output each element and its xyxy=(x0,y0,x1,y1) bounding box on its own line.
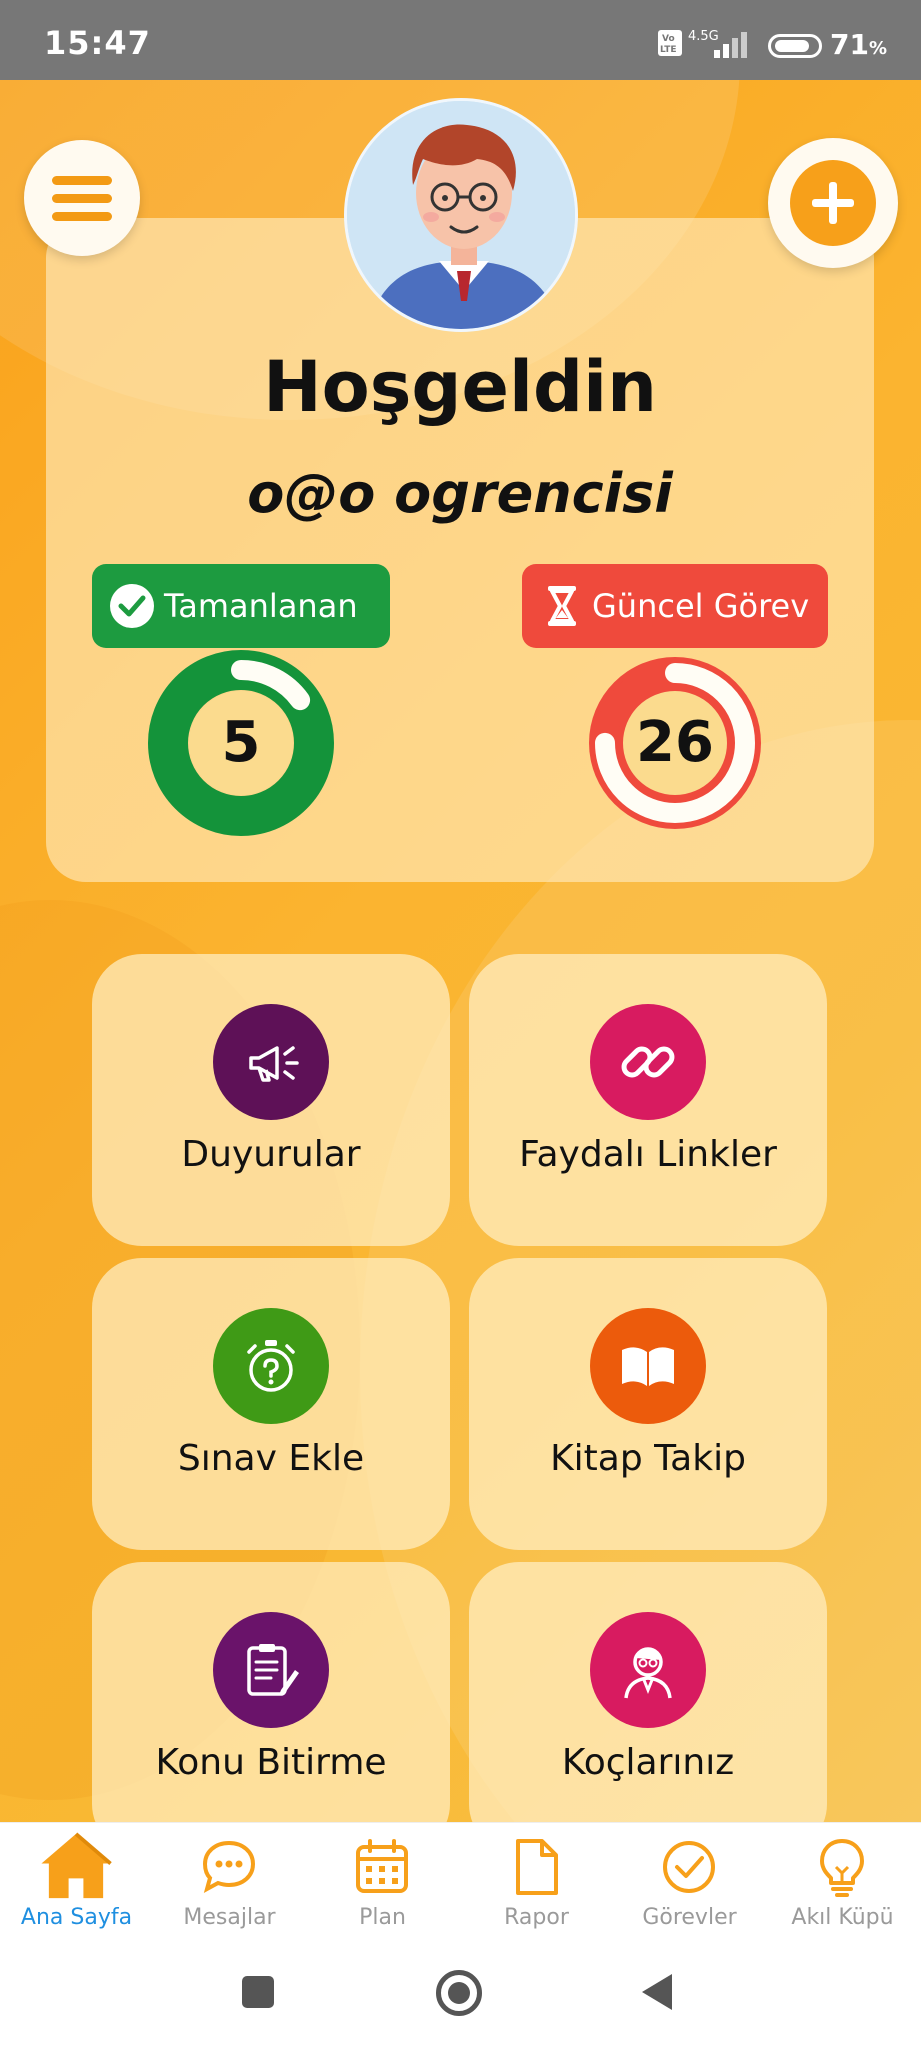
home-button[interactable] xyxy=(436,1970,482,2016)
tile-label: Kitap Takip xyxy=(550,1438,746,1479)
megaphone-icon xyxy=(213,1004,329,1120)
check-circle-icon xyxy=(663,1841,715,1893)
completed-label: Tamanlanan xyxy=(164,587,358,625)
greeting-title: Hoşgeldin xyxy=(263,346,657,428)
battery-level: 71% xyxy=(830,28,888,61)
tile-label: Sınav Ekle xyxy=(177,1438,365,1479)
battery-icon xyxy=(768,34,822,58)
svg-text:4.5G: 4.5G xyxy=(688,29,719,44)
nav-label: Görevler xyxy=(642,1905,737,1930)
lightbulb-icon xyxy=(820,1839,864,1897)
nav-mind-cube[interactable]: Akıl Küpü xyxy=(766,1823,919,1949)
tile-book-tracking[interactable]: Kitap Takip xyxy=(469,1258,827,1550)
tile-label: Konu Bitirme xyxy=(155,1742,387,1783)
document-icon xyxy=(516,1839,558,1895)
menu-button[interactable] xyxy=(24,140,140,256)
home-icon xyxy=(41,1832,112,1899)
nav-label: Plan xyxy=(359,1905,406,1930)
coach-icon xyxy=(590,1612,706,1728)
current-task-badge: Güncel Görev xyxy=(522,564,828,648)
tile-label: Duyurular xyxy=(181,1134,361,1175)
nav-messages[interactable]: Mesajlar xyxy=(153,1823,306,1949)
tile-announcements[interactable]: Duyurular xyxy=(92,954,450,1246)
completed-progress-ring[interactable]: 5 xyxy=(146,648,336,838)
current-task-label: Güncel Görev xyxy=(592,587,810,625)
book-icon xyxy=(590,1308,706,1424)
nav-home[interactable]: Ana Sayfa xyxy=(0,1823,153,1949)
calendar-icon xyxy=(356,1839,408,1893)
svg-text:Vo: Vo xyxy=(662,34,675,44)
hamburger-menu-icon xyxy=(52,176,112,185)
nav-label: Mesajlar xyxy=(183,1905,276,1930)
signal-icon: Vo LTE 4.5G xyxy=(658,29,747,58)
status-bar: 15:47 Vo LTE 4.5G 71% xyxy=(0,0,921,80)
system-navigation-bar xyxy=(0,1948,921,2048)
current-task-progress-ring[interactable]: 26 xyxy=(580,648,770,838)
nav-label: Rapor xyxy=(504,1905,569,1930)
nav-report[interactable]: Rapor xyxy=(460,1823,613,1949)
bottom-navigation: Ana Sayfa Mesajlar Plan Rapor Görevler A… xyxy=(0,1822,921,1948)
avatar-illustration xyxy=(347,101,575,329)
chat-icon xyxy=(202,1840,256,1894)
recent-apps-button[interactable] xyxy=(242,1976,274,2008)
nav-label: Ana Sayfa xyxy=(20,1905,133,1930)
completed-badge: Tamanlanan xyxy=(92,564,390,648)
tile-useful-links[interactable]: Faydalı Linkler xyxy=(469,954,827,1246)
check-circle-icon xyxy=(110,584,154,628)
back-button[interactable] xyxy=(642,1974,672,2010)
add-button[interactable] xyxy=(768,138,898,268)
tile-label: Faydalı Linkler xyxy=(519,1134,777,1175)
tile-topic-completion[interactable]: Konu Bitirme xyxy=(92,1562,450,1854)
nav-tasks[interactable]: Görevler xyxy=(613,1823,766,1949)
tile-label: Koçlarınız xyxy=(561,1742,735,1783)
nav-plan[interactable]: Plan xyxy=(306,1823,459,1949)
completed-count: 5 xyxy=(221,710,261,775)
current-task-count: 26 xyxy=(636,710,714,775)
status-time: 15:47 xyxy=(44,24,151,62)
nav-label: Akıl Küpü xyxy=(791,1905,894,1930)
username: o@o ogrencisi xyxy=(247,462,673,525)
avatar[interactable] xyxy=(344,98,578,332)
clipboard-icon xyxy=(213,1612,329,1728)
svg-text:LTE: LTE xyxy=(660,45,677,55)
link-icon xyxy=(590,1004,706,1120)
stopwatch-icon xyxy=(213,1308,329,1424)
hourglass-icon xyxy=(548,586,576,626)
plus-icon xyxy=(790,160,876,246)
tile-add-exam[interactable]: Sınav Ekle xyxy=(92,1258,450,1550)
tile-coaches[interactable]: Koçlarınız xyxy=(469,1562,827,1854)
